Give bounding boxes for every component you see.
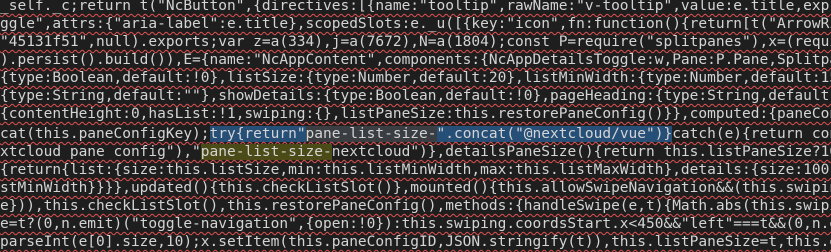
code-segment: xtcloud pane config"),": [0, 144, 201, 160]
code-segment: parseInt(e[0].size,10);x.setItem(this.pa…: [0, 234, 831, 250]
code-editor[interactable]: _self._c;return t("NcButton",{directives…: [0, 0, 831, 252]
highlighted-code-segment: pane-list-size-: [200, 144, 332, 160]
code-segment: e=t?(0,n.emit)("toggle-navigation",{open…: [0, 216, 831, 232]
highlighted-code-segment: pane-list-size-: [305, 126, 437, 142]
code-segment: "45131f51",null).exports;var z=a(334),j=…: [0, 34, 831, 50]
code-segment: ggle",attrs:{"aria-label":e.title},scope…: [0, 16, 831, 32]
code-segment: e})),this.checkListSlot(),this.restorePa…: [0, 198, 831, 214]
code-segment: {return{list:{size:this.listSize,min:thi…: [0, 162, 831, 178]
highlighted-code-segment: try{return": [209, 126, 306, 142]
code-segment: {contentHeight:0,hasList:!1,swiping:{},l…: [0, 106, 831, 122]
code-segment: ).persist().build()),E={name:"NcAppConte…: [0, 52, 831, 68]
code-line[interactable]: parseInt(e[0].size,10);x.setItem(this.pa…: [0, 232, 831, 252]
code-segment: _self._c;return t("NcButton",{directives…: [0, 0, 831, 14]
code-segment: nextcloud")},detailsPaneSize(){return th…: [331, 144, 831, 160]
code-line[interactable]: {contentHeight:0,hasList:!1,swiping:{},l…: [0, 104, 831, 125]
code-segment: cat(this.paneConfigKey);: [0, 126, 210, 142]
code-segment: {type:String,default:""},showDetails:{ty…: [0, 88, 831, 104]
code-segment: catch(e){return console: [672, 126, 831, 142]
code-segment: stMinWidth}}}},updated(){this.checkListS…: [0, 180, 831, 196]
code-segment: {type:Boolean,default:!0},listSize:{type…: [0, 70, 831, 86]
highlighted-code-segment: ".concat("@nextcloud/vue")}: [436, 126, 673, 142]
